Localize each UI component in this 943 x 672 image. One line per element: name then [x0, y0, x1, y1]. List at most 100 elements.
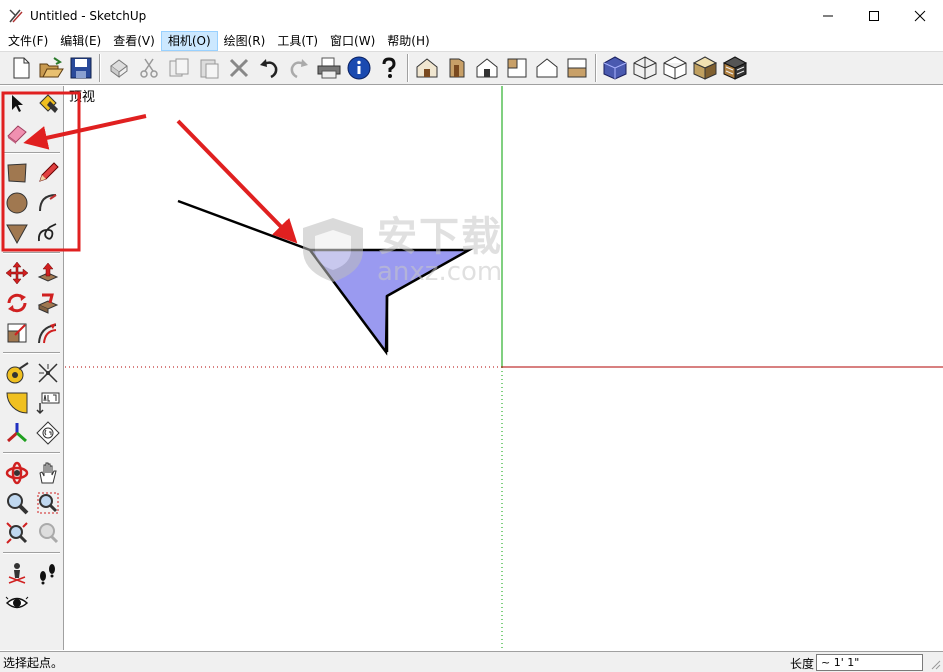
front-view-button[interactable] [442, 53, 472, 83]
axes-icon [6, 423, 27, 443]
xray-button[interactable] [600, 53, 630, 83]
xray-icon [603, 56, 627, 80]
model-info-button[interactable] [344, 53, 374, 83]
top-view-button[interactable] [472, 53, 502, 83]
paint-bucket-tool[interactable] [32, 88, 63, 118]
resize-grip-icon[interactable] [929, 658, 941, 670]
redo-button[interactable] [284, 53, 314, 83]
eraser-icon [6, 125, 27, 144]
tape-measure-tool[interactable] [1, 358, 32, 388]
save-button[interactable] [66, 53, 96, 83]
menu-file[interactable]: 文件(F) [2, 31, 54, 51]
pencil-tool[interactable] [32, 158, 63, 188]
look-around-tool[interactable] [1, 588, 32, 618]
erase-button[interactable] [224, 53, 254, 83]
zoom-icon [6, 493, 28, 515]
cut-icon [140, 58, 158, 78]
zoom-window-tool[interactable] [32, 488, 63, 518]
back-view-button[interactable] [532, 53, 562, 83]
move-tool[interactable] [1, 258, 32, 288]
select-tool[interactable] [1, 88, 32, 118]
eraser-tool[interactable] [1, 118, 32, 148]
walk-icon [39, 564, 55, 585]
menu-window[interactable]: 窗口(W) [324, 31, 381, 51]
iso-view-button[interactable] [412, 53, 442, 83]
open-button[interactable] [36, 53, 66, 83]
scale-tool[interactable] [1, 318, 32, 348]
pan-tool[interactable] [32, 458, 63, 488]
copy-button[interactable] [164, 53, 194, 83]
print-button[interactable] [314, 53, 344, 83]
construction-tools-group [0, 356, 63, 450]
3d-text-tool[interactable] [32, 418, 63, 448]
look-around-icon [5, 596, 28, 609]
menu-view[interactable]: 查看(V) [107, 31, 161, 51]
toolbar-separator [595, 54, 597, 82]
wireframe-icon [633, 56, 657, 80]
shaded-button[interactable] [690, 53, 720, 83]
palette-separator [3, 452, 60, 454]
push-pull-tool[interactable] [32, 258, 63, 288]
walk-tool[interactable] [32, 558, 63, 588]
maximize-button[interactable] [851, 0, 897, 31]
freehand-tool[interactable] [32, 218, 63, 248]
drawing-area[interactable]: 顶视 [65, 86, 943, 650]
pencil-icon [38, 162, 59, 182]
previous-view-tool[interactable] [32, 518, 63, 548]
textured-button[interactable] [720, 53, 750, 83]
circle-icon [6, 192, 27, 214]
shaded-icon [692, 56, 718, 80]
help-button[interactable] [374, 53, 404, 83]
position-camera-tool[interactable] [1, 558, 32, 588]
hidden-line-button[interactable] [660, 53, 690, 83]
arc-tool[interactable] [32, 188, 63, 218]
follow-me-tool[interactable] [32, 288, 63, 318]
pan-icon [38, 462, 57, 484]
rotate-icon [7, 293, 26, 313]
protractor-tool[interactable] [1, 388, 32, 418]
menu-draw[interactable]: 绘图(R) [218, 31, 272, 51]
freehand-icon [37, 223, 56, 242]
zoom-extents-tool[interactable] [1, 518, 32, 548]
make-component-button[interactable] [104, 53, 134, 83]
menu-help[interactable]: 帮助(H) [381, 31, 435, 51]
paste-button[interactable] [194, 53, 224, 83]
menu-tools[interactable]: 工具(T) [271, 31, 324, 51]
text-tool[interactable] [32, 388, 63, 418]
polygon-tool[interactable] [1, 218, 32, 248]
help-icon [382, 57, 396, 78]
offset-tool[interactable] [32, 318, 63, 348]
measurements-input[interactable] [816, 654, 923, 671]
right-view-button[interactable] [502, 53, 532, 83]
close-button[interactable] [897, 0, 943, 31]
back-view-icon [536, 58, 558, 78]
cut-button[interactable] [134, 53, 164, 83]
palette-separator [3, 352, 60, 354]
tool-palette [0, 86, 64, 650]
minimize-button[interactable] [805, 0, 851, 31]
undo-button[interactable] [254, 53, 284, 83]
axes-tool[interactable] [1, 418, 32, 448]
top-view-icon [476, 58, 498, 78]
menu-camera[interactable]: 相机(O) [160, 31, 218, 51]
menu-edit[interactable]: 编辑(E) [54, 31, 107, 51]
new-icon [13, 57, 30, 79]
zoom-tool[interactable] [1, 488, 32, 518]
rectangle-tool[interactable] [1, 158, 32, 188]
left-view-button[interactable] [562, 53, 592, 83]
redo-icon [290, 59, 308, 79]
model-info-icon [347, 56, 371, 80]
hidden-line-icon [663, 56, 687, 80]
new-button[interactable] [6, 53, 36, 83]
orbit-tool[interactable] [1, 458, 32, 488]
close-icon [914, 10, 926, 21]
copy-icon [169, 58, 189, 77]
dimension-tool[interactable] [32, 358, 63, 388]
drawn-edge[interactable] [177, 199, 311, 252]
window-title: Untitled - SketchUp [30, 8, 147, 23]
minimize-icon [823, 15, 833, 16]
wireframe-button[interactable] [630, 53, 660, 83]
circle-tool[interactable] [1, 188, 32, 218]
rotate-tool[interactable] [1, 288, 32, 318]
toolbar-separator [99, 54, 101, 82]
